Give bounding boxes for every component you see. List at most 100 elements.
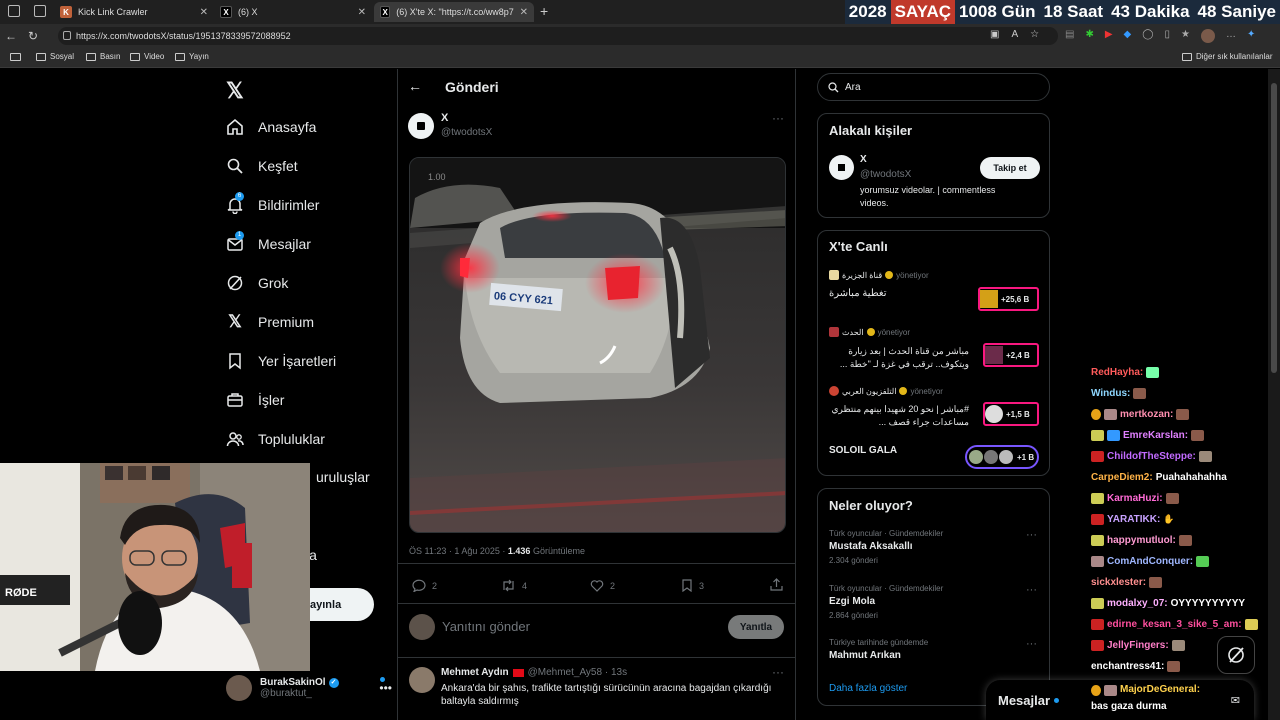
- sidebar-item-premium[interactable]: 𝕏 Premium: [226, 312, 315, 331]
- favorites-icon[interactable]: ★: [1181, 29, 1190, 43]
- related-handle[interactable]: @twodotsX: [860, 169, 911, 180]
- live-listeners[interactable]: +1 B: [965, 445, 1039, 469]
- share-action[interactable]: [770, 578, 783, 596]
- workspaces-icon[interactable]: [8, 5, 20, 17]
- trend-more-icon[interactable]: ···: [1026, 584, 1037, 596]
- reply-button[interactable]: Yanıtla: [728, 615, 784, 639]
- related-name[interactable]: X: [860, 154, 867, 165]
- site-info-icon[interactable]: [63, 31, 71, 40]
- more-dots-icon[interactable]: •••: [379, 681, 392, 695]
- live-host[interactable]: قناة الجزيرة: [842, 271, 882, 280]
- reply-author-handle[interactable]: @Mehmet_Ay58 · 13s: [528, 667, 627, 678]
- live-listeners[interactable]: +1,5 B: [983, 402, 1039, 426]
- bookmark-folder-video[interactable]: Video: [130, 52, 164, 61]
- grok-button[interactable]: [1217, 636, 1255, 674]
- close-tab-icon[interactable]: ✕: [520, 7, 528, 18]
- repost-action[interactable]: 4: [501, 579, 527, 592]
- live-card: X'te Canlı قناة الجزيرة yönetiyor تغطية …: [817, 230, 1050, 476]
- author-handle[interactable]: @twodotsX: [441, 127, 492, 138]
- extension-icon[interactable]: ▤: [1065, 29, 1074, 43]
- counter-year: 2028: [848, 2, 887, 21]
- trend-more-icon[interactable]: ···: [1026, 529, 1037, 541]
- other-bookmarks[interactable]: Diğer sık kullanılanlar: [1182, 52, 1272, 61]
- live-listeners[interactable]: +25,6 B: [978, 287, 1039, 311]
- follow-button[interactable]: Takip et: [980, 157, 1040, 179]
- tab-x-post[interactable]: X (6) X'te X: "https://t.co/ww8p79Ob... …: [374, 2, 534, 22]
- reply-author-avatar[interactable]: [409, 667, 435, 693]
- chat-badge-icon: [1091, 535, 1104, 546]
- close-tab-icon[interactable]: ✕: [358, 7, 366, 18]
- bookmark-folder-basin[interactable]: Basın: [86, 52, 120, 61]
- extensions-icon[interactable]: ◯: [1142, 29, 1153, 43]
- like-action[interactable]: 2: [590, 579, 615, 592]
- live-item-title[interactable]: تغطية مباشرة: [829, 288, 887, 299]
- live-item-title[interactable]: مباشر من قناة الحدث | بعد زيارة ويتكوف..…: [829, 345, 969, 371]
- reply-author-name[interactable]: Mehmet Aydın: [441, 667, 509, 678]
- bookmark-action[interactable]: 3: [681, 579, 704, 592]
- collections-icon[interactable]: [10, 53, 21, 61]
- follow-label: Takip et: [993, 163, 1027, 173]
- sidebar-item-label: Premium: [258, 314, 315, 330]
- account-switcher[interactable]: BurakSakinOl ✓ @buraktut_ •••: [226, 671, 392, 705]
- back-icon[interactable]: ←: [0, 29, 22, 43]
- favorite-star-icon[interactable]: ☆: [1030, 29, 1039, 40]
- tab-x-home[interactable]: X (6) X ✕: [214, 2, 372, 22]
- heart-icon: [590, 580, 604, 592]
- related-avatar[interactable]: [829, 155, 854, 180]
- tab-kick-link-crawler[interactable]: K Kick Link Crawler ✕: [54, 2, 214, 22]
- youtube-extension-icon[interactable]: ▶: [1105, 29, 1113, 43]
- post-video[interactable]: 06 CYY 621 1.00: [409, 157, 786, 533]
- live-item-title[interactable]: #مباشر | نحو 20 شهيدا بينهم منتظري مساعد…: [829, 403, 969, 429]
- author-avatar[interactable]: [408, 113, 434, 139]
- live-host[interactable]: الحدث: [842, 328, 864, 337]
- trend-item[interactable]: Türk oyuncular · Gündemdekiler Mustafa A…: [829, 529, 943, 565]
- trend-more-icon[interactable]: ···: [1026, 638, 1037, 650]
- extension-icon[interactable]: ◆: [1124, 29, 1132, 43]
- sidebar-item-explore[interactable]: Keşfet: [226, 157, 298, 175]
- close-tab-icon[interactable]: ✕: [200, 7, 208, 18]
- grok-icon: [1228, 647, 1244, 663]
- app-icon[interactable]: ▣: [990, 29, 999, 40]
- read-aloud-icon[interactable]: A: [1011, 29, 1018, 40]
- sidebar-item-messages[interactable]: 1 Mesajlar: [226, 231, 311, 253]
- copilot-icon[interactable]: ✦: [1247, 29, 1255, 43]
- tab-actions-icon[interactable]: [34, 5, 46, 17]
- bookmark-folder-yayin[interactable]: Yayın: [175, 52, 209, 61]
- sidebar-item-notifications[interactable]: 6 Bildirimler: [226, 192, 319, 214]
- live-listeners[interactable]: +2,4 B: [983, 343, 1039, 367]
- x-logo-icon[interactable]: 𝕏: [226, 78, 244, 104]
- reload-icon[interactable]: ↻: [22, 29, 44, 43]
- post-more-icon[interactable]: ···: [772, 111, 784, 125]
- sidebar-item-bookmarks[interactable]: Yer İşaretleri: [226, 352, 336, 370]
- trend-item[interactable]: Türk oyuncular · Gündemdekiler Ezgi Mola…: [829, 584, 943, 620]
- gold-badge-icon: [866, 328, 875, 336]
- profile-avatar[interactable]: [1200, 29, 1215, 43]
- reply-input[interactable]: Yanıtını gönder: [442, 619, 530, 634]
- show-more-link[interactable]: Daha fazla göster: [829, 683, 907, 694]
- chat-badge-icon: [1091, 451, 1104, 462]
- sidebar-item-jobs[interactable]: İşler: [226, 391, 284, 409]
- new-tab-icon[interactable]: +: [540, 3, 548, 19]
- sidebar-item-home[interactable]: Anasayfa: [226, 118, 316, 136]
- url-field[interactable]: https://x.com/twodotsX/status/1951378339…: [58, 27, 1058, 45]
- bookmark-folder-sosyal[interactable]: Sosyal: [36, 52, 74, 61]
- split-screen-icon[interactable]: ▯: [1164, 29, 1170, 43]
- reply-more-icon[interactable]: ···: [772, 665, 784, 679]
- menu-dots-icon[interactable]: …: [1226, 29, 1236, 43]
- page-scrollbar[interactable]: [1268, 69, 1280, 720]
- scrollbar-thumb[interactable]: [1271, 83, 1277, 373]
- live-host[interactable]: التلفزيون العربي: [842, 387, 896, 396]
- live-item-title[interactable]: SOLOIL GALA: [829, 445, 897, 456]
- post-timestamp[interactable]: ÖS 11:23 · 1 Ağu 2025 ·: [409, 546, 508, 556]
- extension-icon[interactable]: ✱: [1085, 29, 1093, 43]
- reply-action[interactable]: 2: [412, 579, 437, 592]
- author-name[interactable]: X: [441, 112, 448, 124]
- back-arrow-icon[interactable]: ←: [408, 78, 422, 94]
- sidebar-item-grok[interactable]: Grok: [226, 274, 288, 292]
- search-icon: [226, 157, 244, 175]
- trend-item[interactable]: Türkiye tarihinde gündemde Mahmut Arıkan: [829, 638, 928, 661]
- search-box[interactable]: Ara: [817, 73, 1050, 101]
- sidebar-item-organizations[interactable]: uruluşlar: [316, 469, 370, 485]
- sidebar-item-communities[interactable]: Topluluklar: [226, 430, 325, 448]
- trend-name: Ezgi Mola: [829, 596, 876, 607]
